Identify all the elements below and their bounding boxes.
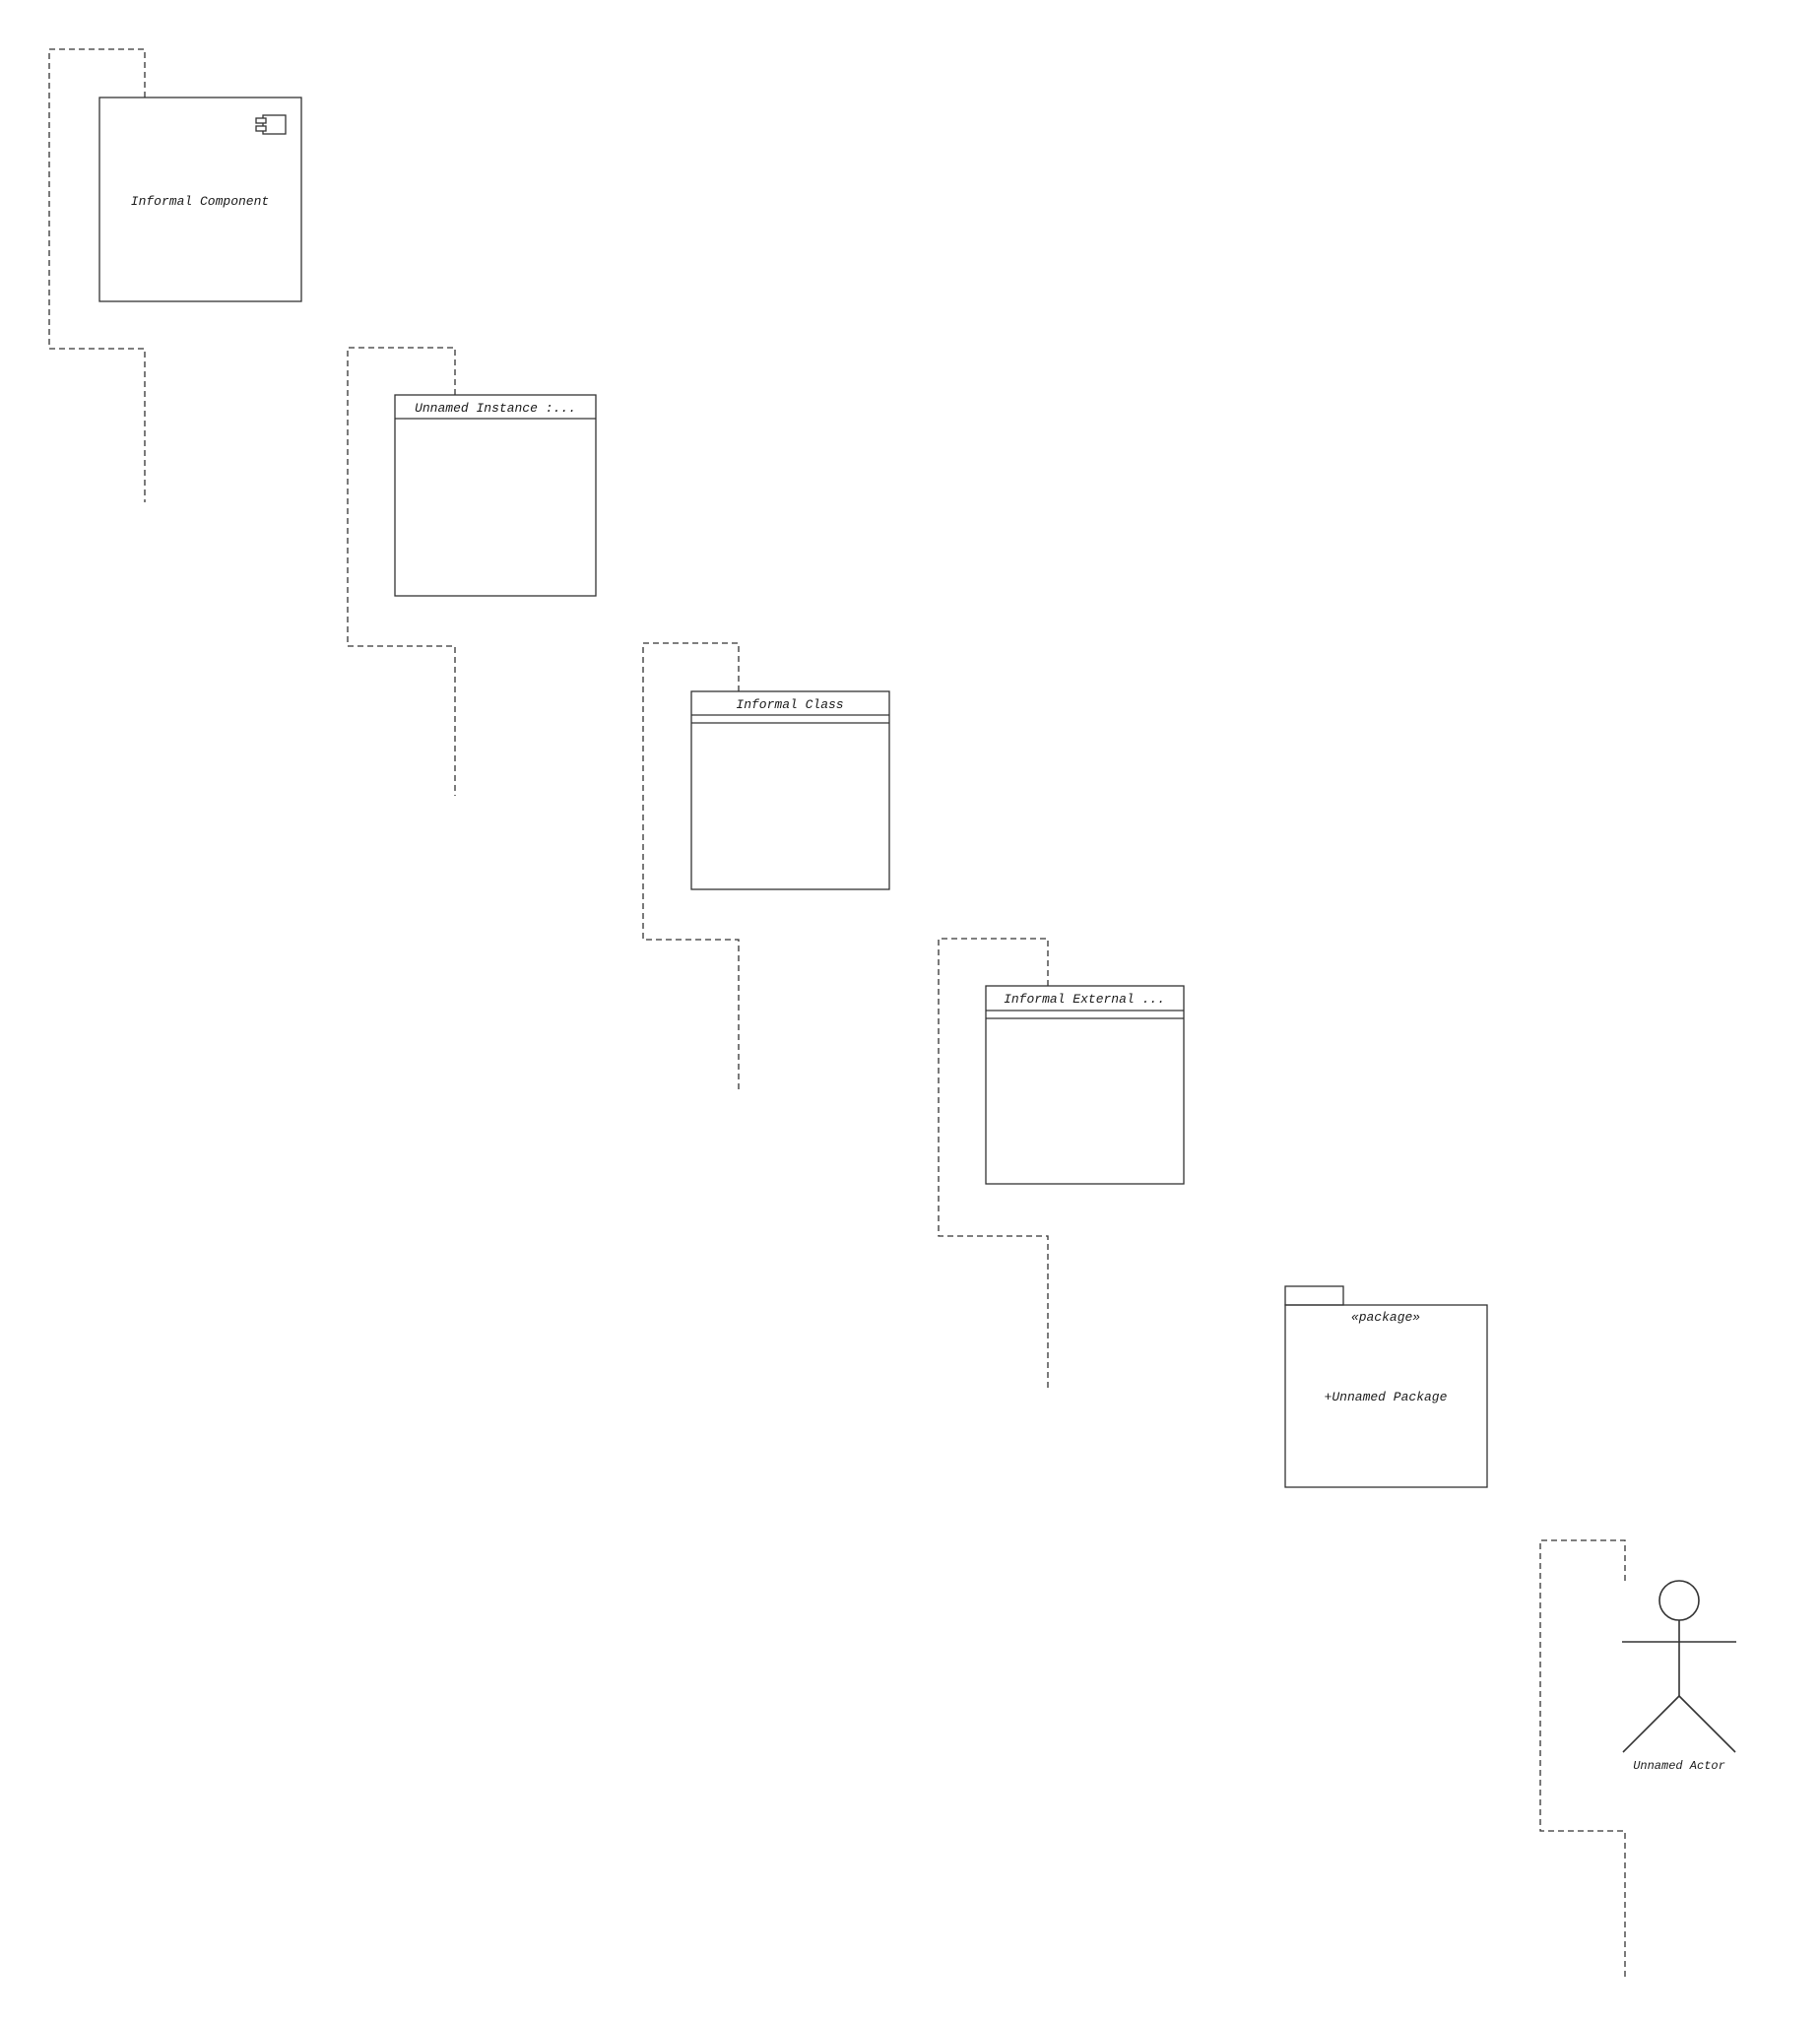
diagram-canvas: Informal Component Unnamed Instance :...…: [48, 48, 1736, 1980]
component-icon: [255, 114, 287, 135]
actor-right-leg: [1678, 1695, 1736, 1753]
external-name: Informal External ...: [1004, 992, 1165, 1007]
external-box[interactable]: [985, 985, 1185, 1185]
instance-name: Unnamed Instance :...: [415, 401, 576, 416]
class-name: Informal Class: [736, 697, 843, 712]
actor-frame-line: [1539, 1539, 1626, 1980]
actor-figure[interactable]: [1622, 1580, 1736, 1753]
package-tab: [1284, 1285, 1344, 1306]
component-name: Informal Component: [131, 194, 269, 209]
package-stereotype: «package»: [1351, 1310, 1420, 1325]
class-box[interactable]: [690, 690, 890, 890]
actor-left-leg: [1622, 1695, 1680, 1753]
instance-box[interactable]: [394, 394, 597, 597]
component-frame-line: [48, 48, 146, 502]
actor-name: Unnamed Actor: [1633, 1759, 1725, 1773]
actor-head: [1658, 1580, 1700, 1621]
package-name: +Unnamed Package: [1325, 1390, 1448, 1404]
